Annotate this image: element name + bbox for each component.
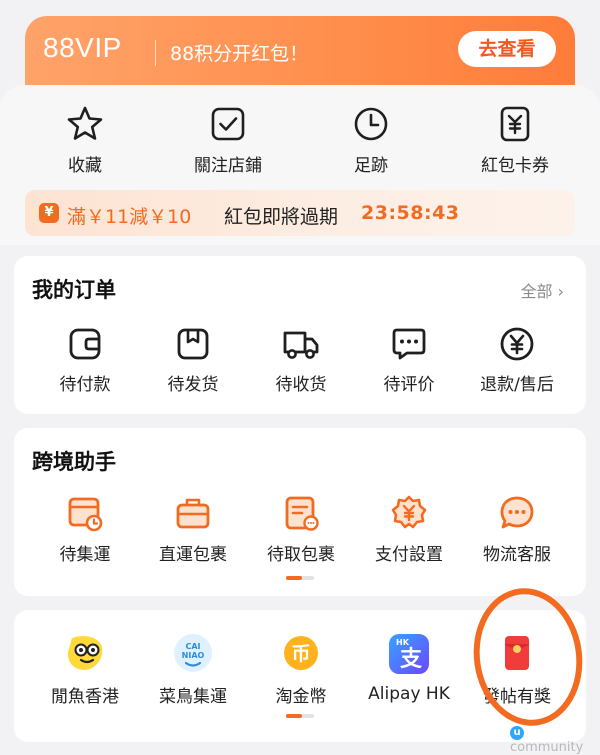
vip-logo: 88VIP	[43, 32, 122, 63]
divider	[155, 40, 156, 66]
watermark-logo-icon: u	[510, 726, 524, 740]
orders-card: 我的订单 全部 › 待付款 待发货 待收货 待评价 退款/售后	[14, 256, 586, 414]
page-indicator-active	[286, 714, 302, 718]
order-pending-payment[interactable]: 待付款	[30, 326, 140, 395]
coupon-expiry-notice[interactable]: ¥ 滿￥11減￥10 紅包即將過期 23:58:43	[25, 190, 575, 236]
package-icon	[177, 328, 209, 360]
watermark: ucommunity	[510, 724, 600, 755]
receipt-icon	[285, 496, 319, 531]
orders-title: 我的订单	[32, 278, 116, 302]
xianyu-icon	[67, 636, 103, 670]
view-all-orders-link[interactable]: 全部 ›	[520, 278, 564, 302]
alipay-hk-label: Alipay HK	[368, 684, 450, 704]
yen-icon	[500, 327, 534, 361]
coin-icon: 币	[284, 636, 318, 670]
quick-actions: 收藏 關注店鋪 足跡 紅包卡券	[0, 105, 600, 185]
watermark-text: community	[510, 740, 584, 755]
xianyu-hk-app[interactable]: 閒魚香港	[30, 632, 140, 707]
coupons-button[interactable]: 紅包卡券	[450, 105, 580, 176]
pending-consolidation-label: 待集運	[59, 545, 111, 565]
page-indicator	[286, 714, 314, 718]
direct-parcels[interactable]: 直運包裹	[138, 494, 248, 565]
expiry-text: 紅包即將過期	[224, 206, 339, 228]
footprints-label: 足跡	[354, 156, 388, 176]
order-pending-receipt[interactable]: 待收货	[246, 326, 356, 395]
coupon-amount: 滿￥11減￥10	[67, 206, 192, 228]
box-clock-icon	[68, 497, 103, 532]
favorites-button[interactable]: 收藏	[20, 105, 150, 176]
alipay-hk-app[interactable]: HK 支 Alipay HK	[354, 632, 464, 704]
coupons-label: 紅包卡券	[481, 156, 549, 176]
countdown-timer: 23:58:43	[361, 202, 460, 224]
page-indicator	[286, 576, 314, 580]
cainiao-app[interactable]: CAI NIAO 菜鳥集運	[138, 632, 248, 707]
footprints-button[interactable]: 足跡	[306, 105, 436, 176]
order-pending-review-label: 待评价	[383, 375, 435, 395]
tao-coins-label: 淘金幣	[275, 687, 327, 707]
checkbox-icon	[211, 107, 245, 141]
direct-parcels-label: 直運包裹	[159, 545, 227, 565]
briefcase-icon	[176, 498, 210, 529]
view-all-label: 全部	[520, 282, 553, 301]
cainiao-icon: CAI NIAO	[174, 634, 212, 672]
alipay-icon: HK 支	[389, 634, 429, 674]
order-pending-review[interactable]: 待评价	[354, 326, 464, 395]
order-refund-aftersales-label: 退款/售后	[480, 375, 554, 395]
order-pending-shipment[interactable]: 待发货	[138, 326, 248, 395]
pending-consolidation[interactable]: 待集運	[30, 494, 140, 565]
yen-gear-icon	[391, 495, 427, 529]
yen-badge-icon: ¥	[39, 203, 59, 223]
favorites-label: 收藏	[68, 156, 102, 176]
clock-icon	[354, 107, 388, 141]
payment-settings-label: 支付設置	[375, 545, 443, 565]
logistics-support-label: 物流客服	[483, 545, 551, 565]
logistics-support[interactable]: 物流客服	[462, 494, 572, 565]
chevron-right-icon: ›	[557, 282, 564, 301]
tao-coins-app[interactable]: 币 淘金幣	[246, 632, 356, 707]
order-pending-shipment-label: 待发货	[167, 375, 219, 395]
parcels-to-collect-label: 待取包裹	[267, 545, 335, 565]
svg-text:NIAO: NIAO	[182, 651, 205, 660]
cainiao-label: 菜鳥集運	[159, 687, 227, 707]
followed-stores-label: 關注店鋪	[194, 156, 262, 176]
page-indicator-active	[286, 576, 302, 580]
star-icon	[67, 106, 103, 140]
xianyu-hk-label: 閒魚香港	[51, 687, 119, 707]
view-button[interactable]: 去查看	[458, 31, 556, 67]
payment-settings[interactable]: 支付設置	[354, 494, 464, 565]
followed-stores-button[interactable]: 關注店鋪	[163, 105, 293, 176]
wallet-icon	[69, 328, 101, 360]
vip-promo-text: 88积分开红包！	[170, 43, 309, 65]
parcels-to-collect[interactable]: 待取包裹	[246, 494, 356, 565]
order-pending-payment-label: 待付款	[59, 375, 111, 395]
truck-icon	[283, 331, 319, 359]
svg-text:HK: HK	[396, 638, 410, 647]
chat-icon	[392, 328, 426, 360]
svg-text:币: 币	[291, 643, 310, 665]
coupon-icon	[500, 106, 530, 142]
svg-text:支: 支	[400, 647, 423, 672]
order-pending-receipt-label: 待收货	[275, 375, 327, 395]
svg-text:CAI: CAI	[185, 642, 200, 651]
order-refund-aftersales[interactable]: 退款/售后	[462, 326, 572, 395]
cross-border-title: 跨境助手	[32, 450, 116, 474]
cross-border-card: 跨境助手 待集運 直運包裹 待取包裹 支付設置 物流客服	[14, 428, 586, 596]
chat-bubble-icon	[500, 496, 534, 529]
